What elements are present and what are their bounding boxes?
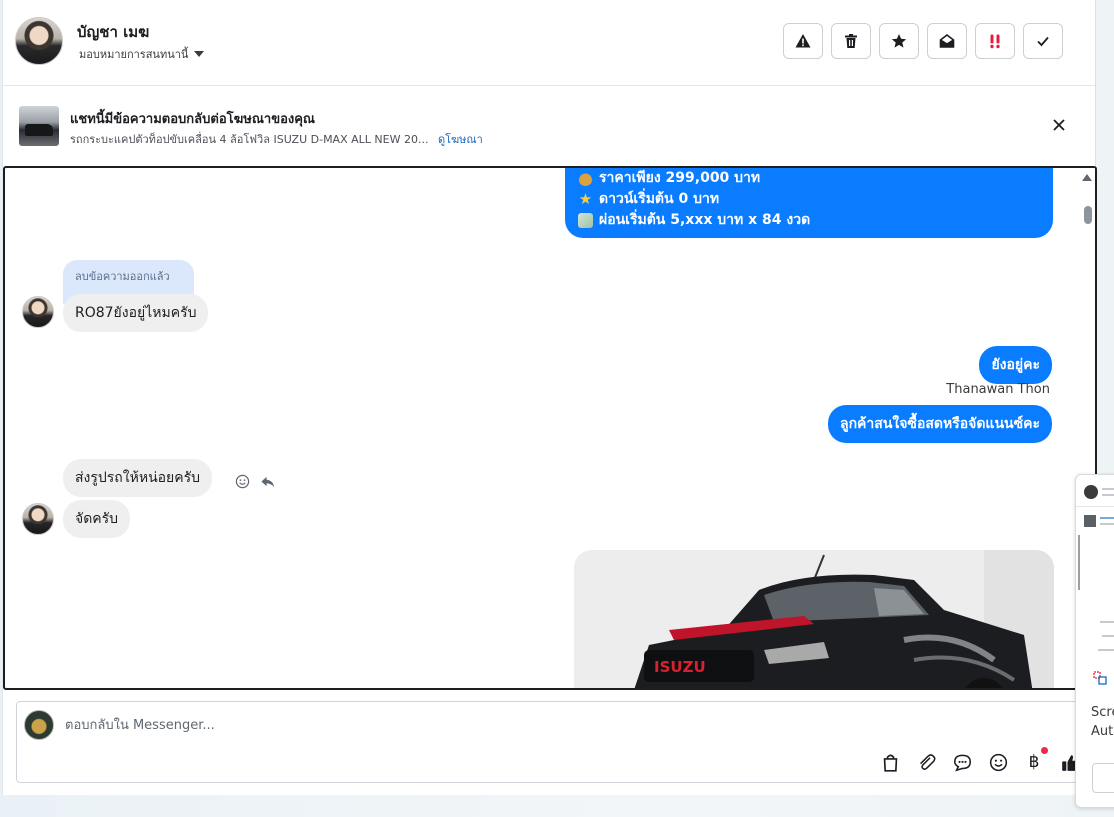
outgoing-image-message[interactable]: ISUZU [574, 550, 1054, 688]
preview-scrollbar [1078, 535, 1080, 590]
bag-icon [883, 754, 897, 772]
outgoing-message[interactable]: ลูกค้าสนใจซื้อสดหรือจัดแนนซ์คะ [828, 405, 1052, 443]
baht-icon: ฿ [1028, 752, 1040, 772]
scroll-up-arrow-icon[interactable] [1082, 174, 1092, 181]
incoming-message[interactable]: จัดครับ [63, 500, 131, 538]
preview-divider [1076, 506, 1114, 507]
preview-title: Scre [1091, 705, 1114, 720]
star-icon [891, 34, 907, 48]
preview-line [1100, 523, 1114, 525]
car-badge-text: ISUZU [654, 658, 706, 676]
reply-input[interactable] [65, 715, 665, 735]
price-line-text: ผ่อนเริ่มต้น 5,xxx บาท x 84 งวด [599, 212, 811, 228]
payment-button[interactable]: ฿ [1023, 747, 1048, 773]
spam-button[interactable] [783, 23, 823, 59]
preview-button[interactable] [1092, 763, 1114, 793]
assign-label: มอบหมายการสนทนานี้ [79, 48, 189, 61]
saved-reply-icon [953, 754, 971, 771]
preview-line [1102, 494, 1114, 496]
ad-thumbnail[interactable] [19, 106, 59, 146]
pickup-truck-image: ISUZU [574, 550, 1054, 688]
header-actions [783, 23, 1063, 59]
contact-avatar-small[interactable] [22, 503, 54, 535]
page-avatar [24, 710, 54, 740]
star-icon: ★ [578, 190, 593, 208]
preview-line [1100, 621, 1114, 623]
preview-avatar [1084, 485, 1098, 499]
ad-reply-banner: แชทนี้มีข้อความตอบกลับต่อโฆษณาของคุณ รถก… [3, 87, 1095, 166]
preview-line [1098, 649, 1114, 651]
emoji-button[interactable] [987, 751, 1009, 773]
message-thread[interactable]: ราคาเพียง 299,000 บาท ★ ดาวน์เริ่มต้น 0 … [3, 166, 1097, 690]
attachment-icon [919, 753, 935, 770]
incoming-message[interactable]: RO87ยังอยู่ไหมครับ [63, 294, 209, 332]
warning-icon [795, 34, 811, 48]
notification-dot [1041, 747, 1048, 754]
preview-line [1100, 517, 1114, 519]
reply-icon[interactable] [260, 474, 275, 489]
message-hover-actions [235, 474, 275, 489]
important-button[interactable] [975, 23, 1015, 59]
trash-icon [845, 34, 857, 48]
price-line: ★ ดาวน์เริ่มต้น 0 บาท [578, 189, 1040, 210]
screenshot-tool-icon [1093, 671, 1107, 685]
mark-unread-icon [939, 33, 955, 48]
preview-subtitle: Aut [1091, 724, 1114, 739]
preview-line [1102, 635, 1114, 637]
check-icon [1037, 36, 1049, 47]
emoji-icon [989, 753, 1007, 771]
ad-banner-description: รถกระบะแคปตัวท็อปขับเคลื่อน 4 ล้อโฟวิล I… [70, 130, 483, 148]
close-icon[interactable] [1051, 117, 1067, 133]
money-wings-icon [578, 213, 593, 228]
mark-done-button[interactable] [1023, 23, 1063, 59]
preview-thumbnail [1084, 515, 1096, 527]
view-ad-link[interactable]: ดูโฆษณา [438, 133, 483, 146]
outgoing-message-price[interactable]: ราคาเพียง 299,000 บาท ★ ดาวน์เริ่มต้น 0 … [565, 168, 1053, 238]
contact-avatar[interactable] [15, 17, 63, 65]
contact-avatar-small[interactable] [22, 296, 54, 328]
conversation-header: บัญชา เมฆ มอบหมายการสนทนานี้ [3, 0, 1095, 86]
chevron-down-icon [194, 51, 205, 57]
screenshot-preview-card[interactable]: Scre Aut [1075, 474, 1114, 808]
saved-replies-button[interactable] [951, 751, 973, 773]
star-button[interactable] [879, 23, 919, 59]
price-line: ราคาเพียง 299,000 บาท [578, 168, 1040, 189]
price-line-text: ดาวน์เริ่มต้น 0 บาท [599, 191, 720, 207]
important-icon [990, 34, 1000, 49]
contact-name[interactable]: บัญชา เมฆ [77, 20, 149, 44]
money-bag-icon [578, 171, 593, 186]
incoming-message[interactable]: ส่งรูปรถให้หน่อยครับ [63, 459, 213, 497]
price-line-text: ราคาเพียง 299,000 บาท [599, 170, 761, 186]
sender-name: Thanawan Thon [946, 382, 1050, 397]
message-composer: ฿ [16, 701, 1096, 783]
delete-button[interactable] [831, 23, 871, 59]
ad-banner-title: แชทนี้มีข้อความตอบกลับต่อโฆษณาของคุณ [70, 112, 315, 127]
price-line: ผ่อนเริ่มต้น 5,xxx บาท x 84 งวด [578, 210, 1040, 231]
mark-unread-button[interactable] [927, 23, 967, 59]
composer-tools: ฿ [879, 747, 1081, 773]
preview-line [1102, 488, 1114, 490]
ad-description-text: รถกระบะแคปตัวท็อปขับเคลื่อน 4 ล้อโฟวิล I… [70, 133, 429, 146]
assign-conversation-dropdown[interactable]: มอบหมายการสนทนานี้ [79, 45, 205, 63]
emoji-react-icon[interactable] [235, 474, 250, 489]
shop-button[interactable] [879, 751, 901, 773]
outgoing-message[interactable]: ยังอยู่คะ [979, 346, 1052, 384]
scroll-thumb[interactable] [1084, 206, 1092, 224]
conversation-panel: บัญชา เมฆ มอบหมายการสนทนานี้ แชทนี้มีข้อ… [2, 0, 1097, 795]
attach-button[interactable] [915, 751, 937, 773]
